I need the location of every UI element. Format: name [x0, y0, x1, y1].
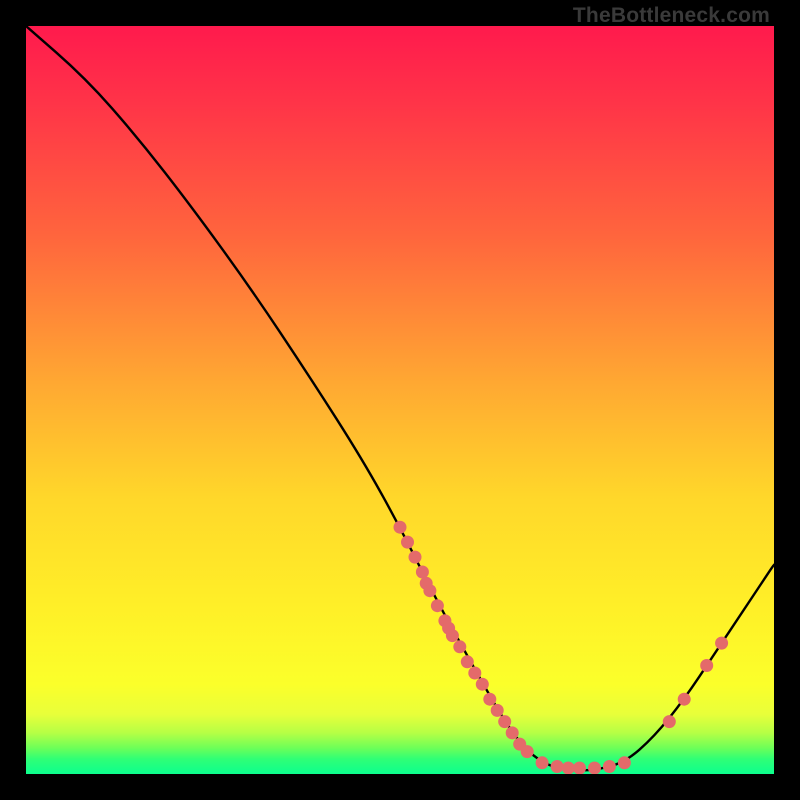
data-point — [476, 678, 489, 691]
data-point — [663, 715, 676, 728]
data-point — [491, 704, 504, 717]
data-point — [394, 521, 407, 534]
data-point — [603, 760, 616, 773]
data-point — [562, 762, 575, 775]
data-point — [409, 551, 422, 564]
data-point — [461, 655, 474, 668]
data-point — [446, 629, 459, 642]
data-point — [573, 762, 586, 775]
data-points-group — [394, 521, 729, 774]
data-point — [588, 762, 601, 775]
chart-overlay — [26, 26, 774, 774]
watermark-text: TheBottleneck.com — [573, 4, 770, 28]
data-point — [416, 566, 429, 579]
data-point — [468, 667, 481, 680]
data-point — [536, 756, 549, 769]
data-point — [483, 693, 496, 706]
chart-stage: TheBottleneck.com — [0, 0, 800, 800]
data-point — [431, 599, 444, 612]
data-point — [521, 745, 534, 758]
data-point — [715, 637, 728, 650]
data-point — [498, 715, 511, 728]
bottleneck-curve — [26, 26, 774, 770]
data-point — [423, 584, 436, 597]
data-point — [700, 659, 713, 672]
data-point — [618, 756, 631, 769]
plot-area — [26, 26, 774, 774]
data-point — [453, 640, 466, 653]
data-point — [401, 536, 414, 549]
data-point — [678, 693, 691, 706]
data-point — [551, 760, 564, 773]
data-point — [506, 726, 519, 739]
